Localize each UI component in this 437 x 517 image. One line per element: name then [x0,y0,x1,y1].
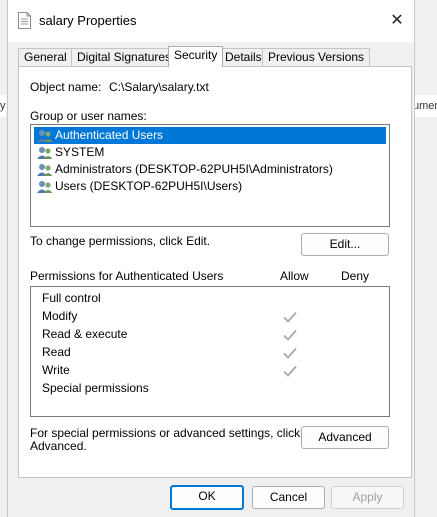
advanced-text-line2: Advanced. [30,439,87,453]
advanced-button[interactable]: Advanced [301,426,389,449]
group-names-label: Group or user names: [30,109,147,123]
properties-dialog: salary Properties ✕ General Digital Sign… [7,0,415,517]
permission-row: Read & execute [42,327,128,341]
tab-digital-signatures[interactable]: Digital Signatures [71,48,178,66]
window-title: salary Properties [39,13,137,28]
group-users-icon [37,130,53,142]
group-users-icon [37,147,53,159]
permission-row: Write [42,363,70,377]
text-file-icon [18,12,31,29]
background-window-left: y [0,95,6,117]
permissions-title: Permissions for Authenticated Users [30,269,224,283]
object-name-label: Object name: [30,80,102,94]
ok-button[interactable]: OK [170,485,244,510]
tab-general[interactable]: General [18,48,73,66]
group-user-list[interactable]: Authenticated Users SYSTEM Administrator… [30,124,390,227]
group-users-icon [37,181,53,193]
change-permissions-text: To change permissions, click Edit. [30,234,211,248]
tab-security[interactable]: Security [168,46,224,67]
deny-header: Deny [341,269,370,283]
object-name-value: C:\Salary\salary.txt [109,80,209,94]
permission-row: Read [42,345,71,359]
permission-row: Full control [42,291,101,305]
close-button[interactable]: ✕ [386,10,408,32]
list-item[interactable]: Authenticated Users [34,127,386,144]
tab-previous-versions[interactable]: Previous Versions [262,48,371,66]
advanced-text-line1: For special permissions or advanced sett… [30,426,301,440]
allow-check-icon [283,365,297,377]
allow-check-icon [283,311,297,323]
permission-row: Special permissions [42,381,149,395]
allow-check-icon [283,329,297,341]
permission-row: Modify [42,309,78,323]
cancel-button[interactable]: Cancel [252,486,325,509]
close-icon: ✕ [390,12,404,29]
apply-button[interactable]: Apply [331,486,404,509]
edit-button[interactable]: Edit... [301,233,389,256]
allow-header: Allow [280,269,309,283]
background-window-right: umen [413,95,437,117]
tab-details[interactable]: Details [219,48,268,66]
group-users-icon [37,164,53,176]
title-bar[interactable]: salary Properties ✕ [8,0,414,42]
permissions-list[interactable]: Full control Modify Read & execute Read … [30,286,390,417]
security-panel: Object name: C:\Salary\salary.txt Group … [18,66,412,478]
allow-check-icon [283,347,297,359]
